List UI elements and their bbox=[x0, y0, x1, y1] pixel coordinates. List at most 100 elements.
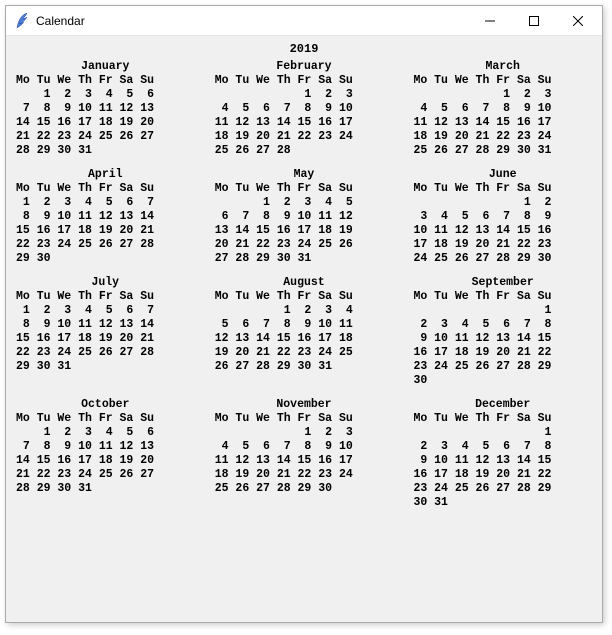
week-row: 18 19 20 21 22 23 24 bbox=[215, 130, 394, 144]
week-row: 1 2 3 4 bbox=[215, 304, 394, 318]
week-row: 16 17 18 19 20 21 22 bbox=[413, 468, 592, 482]
day-header: Mo Tu We Th Fr Sa Su bbox=[16, 182, 195, 196]
week-row: 20 21 22 23 24 25 26 bbox=[215, 238, 394, 252]
day-header: Mo Tu We Th Fr Sa Su bbox=[215, 412, 394, 426]
month-name: December bbox=[413, 398, 592, 412]
week-row: 14 15 16 17 18 19 20 bbox=[16, 454, 195, 468]
months-row: January Mo Tu We Th Fr Sa Su 1 2 3 4 5 6 … bbox=[16, 60, 592, 158]
titlebar: Calendar bbox=[6, 6, 602, 36]
months-row: JulyMo Tu We Th Fr Sa Su 1 2 3 4 5 6 7 8… bbox=[16, 276, 592, 388]
day-header: Mo Tu We Th Fr Sa Su bbox=[16, 290, 195, 304]
week-row: 1 bbox=[413, 426, 592, 440]
week-row: 9 10 11 12 13 14 15 bbox=[413, 454, 592, 468]
week-row: 11 12 13 14 15 16 17 bbox=[215, 116, 394, 130]
month-september: SeptemberMo Tu We Th Fr Sa Su 1 2 3 4 5 … bbox=[413, 276, 592, 388]
week-row: 4 5 6 7 8 9 10 bbox=[215, 440, 394, 454]
week-row: 18 19 20 21 22 23 24 bbox=[413, 130, 592, 144]
close-button[interactable] bbox=[556, 7, 600, 35]
month-february: FebruaryMo Tu We Th Fr Sa Su 1 2 3 4 5 6… bbox=[215, 60, 394, 158]
week-row: 23 24 25 26 27 28 29 bbox=[413, 482, 592, 496]
week-row: 27 28 29 30 31 bbox=[215, 252, 394, 266]
month-name: March bbox=[413, 60, 592, 74]
week-row: 5 6 7 8 9 10 11 bbox=[215, 318, 394, 332]
week-row: 7 8 9 10 11 12 13 bbox=[16, 440, 195, 454]
week-row: 2 3 4 5 6 7 8 bbox=[413, 440, 592, 454]
month-name: November bbox=[215, 398, 394, 412]
day-header: Mo Tu We Th Fr Sa Su bbox=[215, 182, 394, 196]
day-header: Mo Tu We Th Fr Sa Su bbox=[215, 290, 394, 304]
year-label: 2019 bbox=[16, 42, 592, 56]
week-row: 1 2 3 bbox=[215, 426, 394, 440]
month-january: JanuaryMo Tu We Th Fr Sa Su 1 2 3 4 5 6 … bbox=[16, 60, 195, 158]
day-header: Mo Tu We Th Fr Sa Su bbox=[413, 74, 592, 88]
week-row: 12 13 14 15 16 17 18 bbox=[215, 332, 394, 346]
month-name: October bbox=[16, 398, 195, 412]
minimize-button[interactable] bbox=[468, 7, 512, 35]
months-row: OctoberMo Tu We Th Fr Sa Su 1 2 3 4 5 6 … bbox=[16, 398, 592, 510]
week-row: 13 14 15 16 17 18 19 bbox=[215, 224, 394, 238]
day-header: Mo Tu We Th Fr Sa Su bbox=[16, 412, 195, 426]
month-november: NovemberMo Tu We Th Fr Sa Su 1 2 3 4 5 6… bbox=[215, 398, 394, 510]
week-row: 23 24 25 26 27 28 29 bbox=[413, 360, 592, 374]
week-row: 1 bbox=[413, 304, 592, 318]
week-row: 1 2 3 4 5 6 7 bbox=[16, 196, 195, 210]
week-row: 1 2 3 4 5 bbox=[215, 196, 394, 210]
month-october: OctoberMo Tu We Th Fr Sa Su 1 2 3 4 5 6 … bbox=[16, 398, 195, 510]
week-row: 4 5 6 7 8 9 10 bbox=[215, 102, 394, 116]
month-name: July bbox=[16, 276, 195, 290]
week-row: 30 31 bbox=[413, 496, 592, 510]
week-row: 29 30 bbox=[16, 252, 195, 266]
month-august: AugustMo Tu We Th Fr Sa Su 1 2 3 4 5 6 7… bbox=[215, 276, 394, 388]
month-name: January bbox=[16, 60, 195, 74]
month-name: February bbox=[215, 60, 394, 74]
calendar-grid: January Mo Tu We Th Fr Sa Su 1 2 3 4 5 6 … bbox=[16, 60, 592, 510]
week-row: 3 4 5 6 7 8 9 bbox=[413, 210, 592, 224]
window: Calendar 2019 January Mo Tu We Th Fr Sa S… bbox=[5, 5, 603, 623]
week-row: 6 7 8 9 10 11 12 bbox=[215, 210, 394, 224]
month-name: June bbox=[413, 168, 592, 182]
month-name: August bbox=[215, 276, 394, 290]
week-row: 29 30 31 bbox=[16, 360, 195, 374]
week-row: 26 27 28 29 30 31 bbox=[215, 360, 394, 374]
week-row: 10 11 12 13 14 15 16 bbox=[413, 224, 592, 238]
week-row: 21 22 23 24 25 26 27 bbox=[16, 468, 195, 482]
week-row: 21 22 23 24 25 26 27 bbox=[16, 130, 195, 144]
week-row: 14 15 16 17 18 19 20 bbox=[16, 116, 195, 130]
week-row: 15 16 17 18 19 20 21 bbox=[16, 224, 195, 238]
month-december: DecemberMo Tu We Th Fr Sa Su 1 2 3 4 5 6… bbox=[413, 398, 592, 510]
month-name: September bbox=[413, 276, 592, 290]
week-row: 4 5 6 7 8 9 10 bbox=[413, 102, 592, 116]
week-row: 1 2 bbox=[413, 196, 592, 210]
week-row: 18 19 20 21 22 23 24 bbox=[215, 468, 394, 482]
week-row: 7 8 9 10 11 12 13 bbox=[16, 102, 195, 116]
week-row: 8 9 10 11 12 13 14 bbox=[16, 318, 195, 332]
titlebar-buttons bbox=[468, 7, 600, 35]
week-row: 22 23 24 25 26 27 28 bbox=[16, 238, 195, 252]
week-row: 22 23 24 25 26 27 28 bbox=[16, 346, 195, 360]
day-header: Mo Tu We Th Fr Sa Su bbox=[215, 74, 394, 88]
week-row: 19 20 21 22 23 24 25 bbox=[215, 346, 394, 360]
week-row: 15 16 17 18 19 20 21 bbox=[16, 332, 195, 346]
week-row: 8 9 10 11 12 13 14 bbox=[16, 210, 195, 224]
week-row: 25 26 27 28 bbox=[215, 144, 394, 158]
month-march: MarchMo Tu We Th Fr Sa Su 1 2 3 4 5 6 7 … bbox=[413, 60, 592, 158]
feather-icon bbox=[14, 13, 30, 29]
month-july: JulyMo Tu We Th Fr Sa Su 1 2 3 4 5 6 7 8… bbox=[16, 276, 195, 388]
week-row: 1 2 3 bbox=[413, 88, 592, 102]
maximize-button[interactable] bbox=[512, 7, 556, 35]
week-row: 11 12 13 14 15 16 17 bbox=[215, 454, 394, 468]
week-row: 28 29 30 31 bbox=[16, 482, 195, 496]
week-row: 17 18 19 20 21 22 23 bbox=[413, 238, 592, 252]
month-name: April bbox=[16, 168, 195, 182]
calendar-content: 2019 January Mo Tu We Th Fr Sa Su 1 2 3 4… bbox=[6, 36, 602, 622]
day-header: Mo Tu We Th Fr Sa Su bbox=[413, 290, 592, 304]
month-may: MayMo Tu We Th Fr Sa Su 1 2 3 4 5 6 7 8 … bbox=[215, 168, 394, 266]
day-header: Mo Tu We Th Fr Sa Su bbox=[413, 182, 592, 196]
week-row: 1 2 3 4 5 6 bbox=[16, 426, 195, 440]
week-row: 9 10 11 12 13 14 15 bbox=[413, 332, 592, 346]
week-row: 1 2 3 bbox=[215, 88, 394, 102]
week-row: 1 2 3 4 5 6 7 bbox=[16, 304, 195, 318]
month-april: AprilMo Tu We Th Fr Sa Su 1 2 3 4 5 6 7 … bbox=[16, 168, 195, 266]
week-row: 1 2 3 4 5 6 bbox=[16, 88, 195, 102]
month-june: JuneMo Tu We Th Fr Sa Su 1 2 3 4 5 6 7 8… bbox=[413, 168, 592, 266]
